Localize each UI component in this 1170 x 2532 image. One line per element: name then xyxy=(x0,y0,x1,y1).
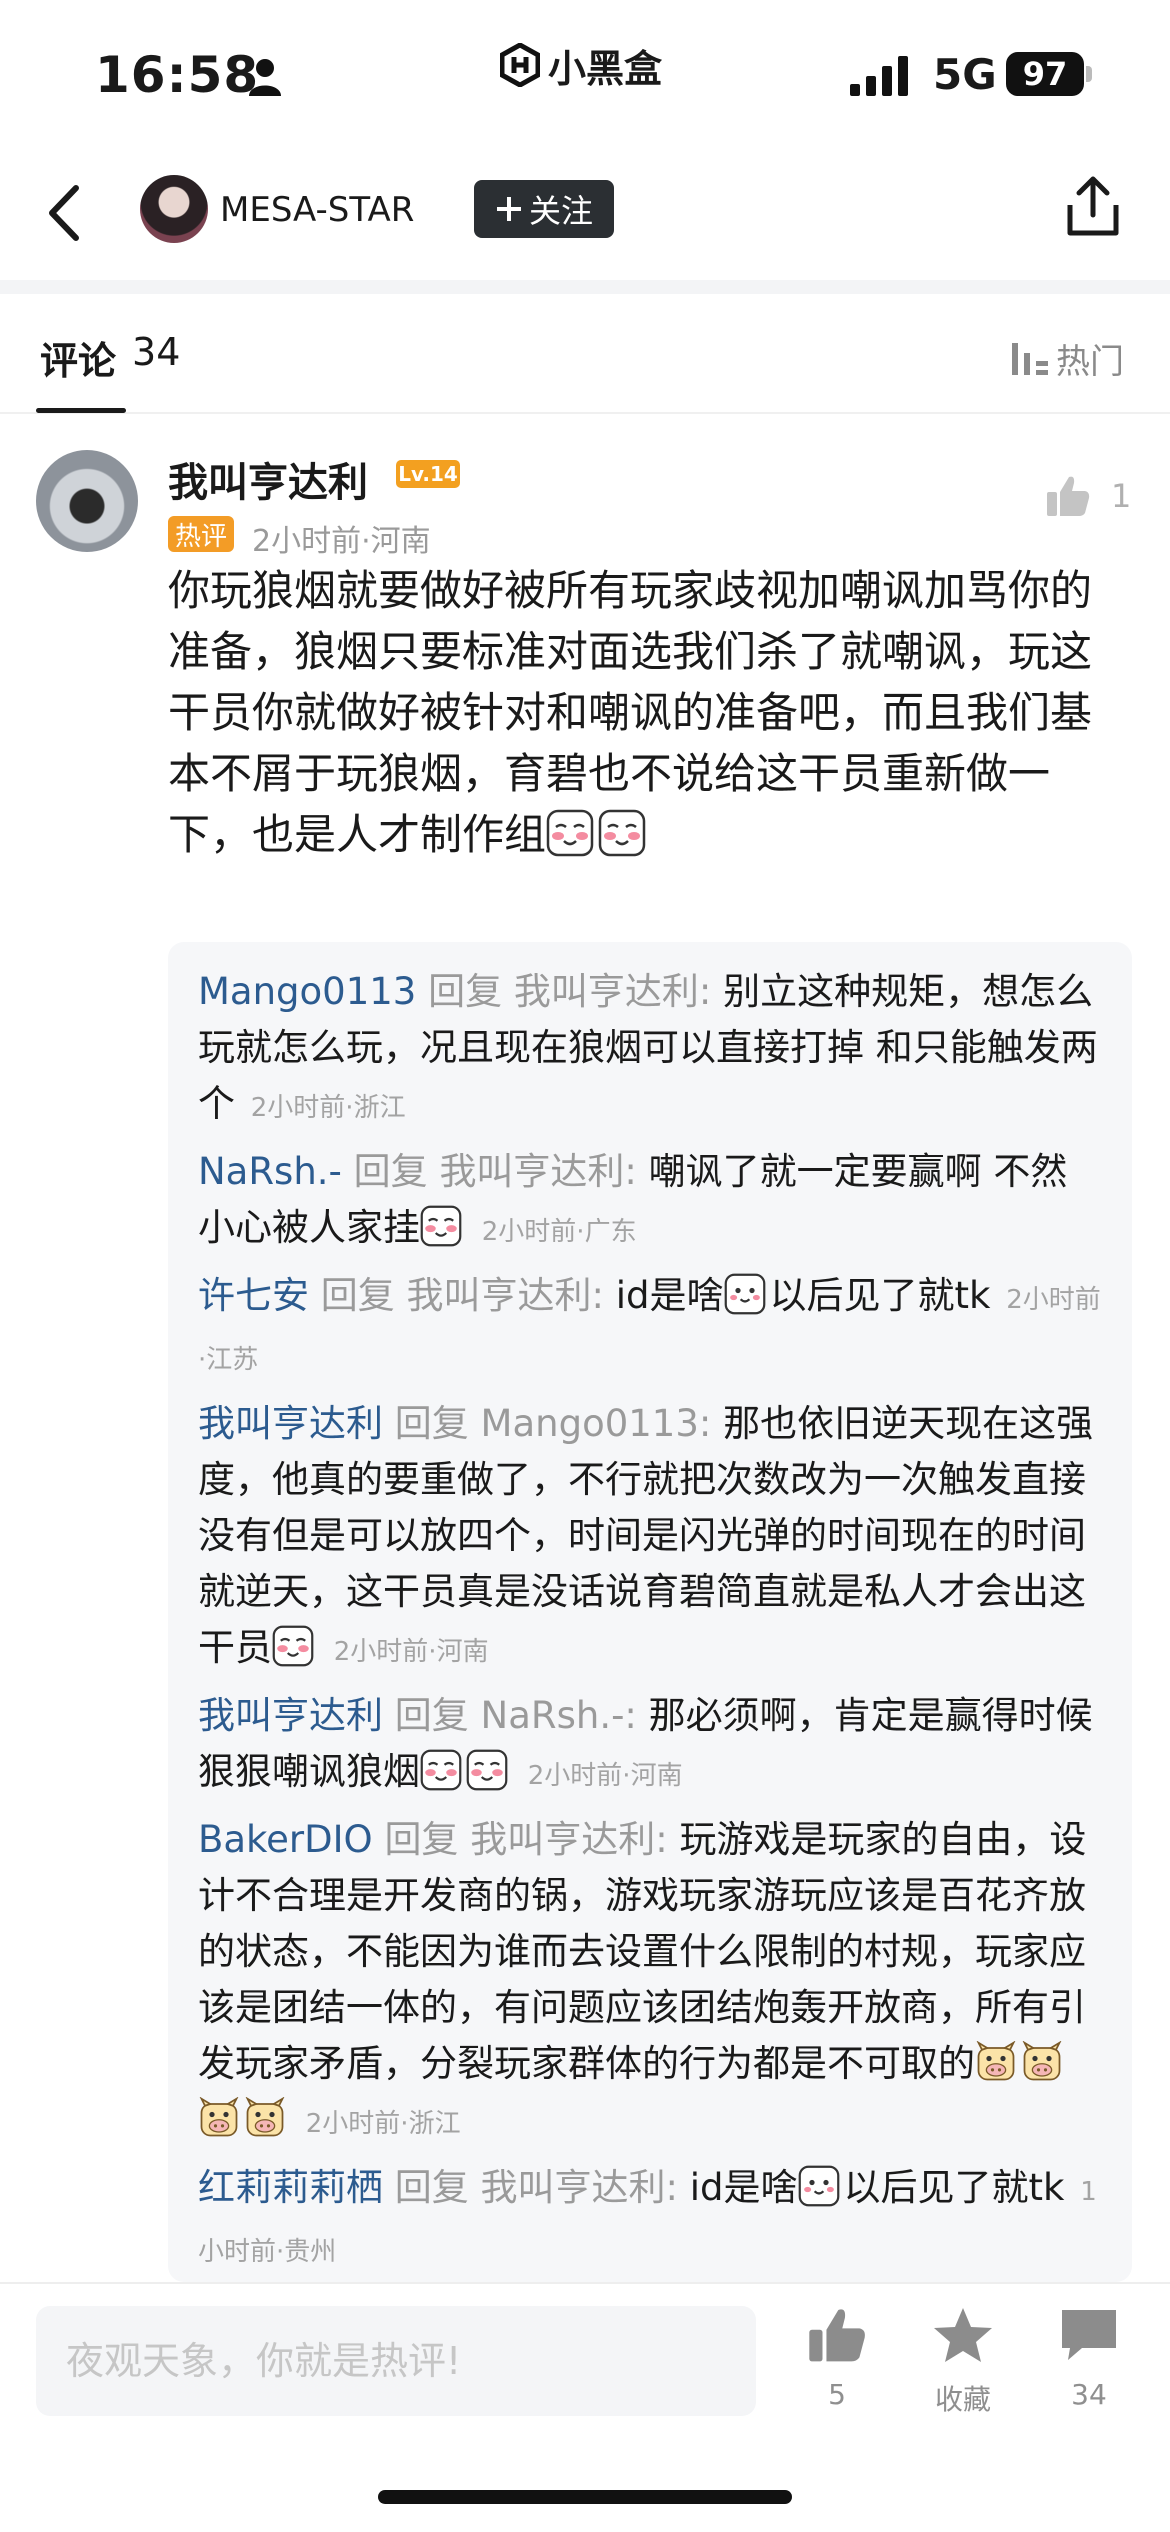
author-username[interactable]: MESA-STAR xyxy=(220,190,414,230)
smile-emoji-icon xyxy=(798,2165,840,2207)
signal-icon xyxy=(850,56,908,96)
sort-toggle[interactable]: 热门 xyxy=(1010,334,1124,383)
reply-meta: 2小时前·河南 xyxy=(333,1637,489,1667)
reply-author[interactable]: NaRsh.- xyxy=(198,1150,342,1193)
cow-emoji-icon xyxy=(975,2041,1017,2083)
comment-bubble-icon xyxy=(1062,2310,1116,2360)
app-brand-label: 小黑盒 xyxy=(548,46,663,91)
blush-emoji-icon xyxy=(272,1625,314,1667)
reply-verb: 回复 xyxy=(384,1818,459,1861)
comment-meta: 2小时前·河南 xyxy=(252,524,431,559)
reply-target[interactable]: NaRsh.-: xyxy=(481,1694,637,1737)
reply-meta: 2小时前·浙江 xyxy=(305,2109,461,2139)
reply-verb: 回复 xyxy=(353,1150,428,1193)
reply-author[interactable]: 许七安 xyxy=(198,1274,309,1317)
reply-author[interactable]: BakerDIO xyxy=(198,1818,373,1861)
reply-item[interactable]: 我叫亨达利 回复 Mango0113: 那也依旧逆天现在这强度，他真的要重做了，… xyxy=(198,1396,1102,1680)
follow-button[interactable]: 关注 xyxy=(474,180,614,238)
hot-comment-badge: 热评 xyxy=(168,516,234,552)
favorite-button[interactable]: 收藏 xyxy=(908,2306,1018,2418)
blush-emoji-icon xyxy=(420,1749,462,1791)
reply-target[interactable]: 我叫亨达利: xyxy=(514,970,711,1013)
reply-item[interactable]: 红莉莉莉栖 回复 我叫亨达利: id是啥 以后见了就tk 1小时前·贵州 xyxy=(198,2160,1102,2280)
tab-comments[interactable]: 评论 34 xyxy=(40,330,180,385)
sort-label: 热门 xyxy=(1056,342,1124,382)
reply-target[interactable]: 我叫亨达利: xyxy=(481,2166,678,2209)
reply-item[interactable]: BakerDIO 回复 我叫亨达利: 玩游戏是玩家的自由，设计不合理是开发商的锅… xyxy=(198,1812,1102,2152)
level-badge: Lv.14 xyxy=(396,460,460,488)
reply-verb: 回复 xyxy=(428,970,503,1013)
reply-thread: Mango0113 回复 我叫亨达利: 别立这种规矩，想怎么玩就怎么玩，况且现在… xyxy=(168,942,1132,2282)
comment-author[interactable]: 我叫亨达利 xyxy=(168,450,368,508)
reply-meta: 2小时前·广东 xyxy=(481,1217,637,1247)
reply-verb: 回复 xyxy=(394,2166,469,2209)
smile-emoji-icon xyxy=(724,1273,766,1315)
comment-button[interactable]: 34 xyxy=(1034,2306,1144,2411)
person-icon xyxy=(249,59,281,96)
comment-body: 你玩狼烟就要做好被所有玩家歧视加嘲讽加骂你的准备，狼烟只要标准对面选我们杀了就嘲… xyxy=(168,560,1128,865)
battery-cap xyxy=(1086,66,1092,82)
reply-text: id是啥 xyxy=(615,1274,724,1317)
reply-meta: 2小时前·河南 xyxy=(527,1761,683,1791)
status-bar: 16:58 小黑盒 5G 97 xyxy=(0,0,1170,150)
reply-meta: 2小时前·浙江 xyxy=(250,1093,406,1123)
reply-item[interactable]: 我叫亨达利 回复 NaRsh.-: 那必须啊，肯定是赢得时候狠狠嘲讽狼烟 2小时… xyxy=(198,1688,1102,1804)
cow-emoji-icon xyxy=(244,2097,286,2139)
network-label: 5G xyxy=(933,50,997,99)
tab-active-indicator xyxy=(36,408,126,413)
status-time: 16:58 xyxy=(95,46,260,104)
plus-icon xyxy=(496,197,521,221)
post-header: MESA-STAR 关注 xyxy=(0,150,1170,280)
reply-item[interactable]: NaRsh.- 回复 我叫亨达利: 嘲讽了就一定要赢啊 不然小心被人家挂 2小时… xyxy=(198,1144,1102,1260)
like-button[interactable]: 5 xyxy=(782,2306,892,2411)
tab-comments-count: 34 xyxy=(132,330,181,374)
reply-target[interactable]: 我叫亨达利: xyxy=(407,1274,604,1317)
cow-emoji-icon xyxy=(198,2097,240,2139)
blush-emoji-icon xyxy=(546,809,594,857)
reply-item[interactable]: Mango0113 回复 我叫亨达利: 别立这种规矩，想怎么玩就怎么玩，况且现在… xyxy=(198,964,1102,1136)
reply-author[interactable]: 我叫亨达利 xyxy=(198,1402,383,1445)
back-arrow-icon[interactable] xyxy=(40,178,90,248)
comment-like-button[interactable]: 1 xyxy=(1045,474,1131,518)
reply-target[interactable]: Mango0113: xyxy=(481,1402,712,1445)
home-indicator xyxy=(378,2490,792,2504)
like-count: 5 xyxy=(828,2378,846,2411)
comment-count: 34 xyxy=(1071,2378,1107,2411)
reply-author[interactable]: 红莉莉莉栖 xyxy=(198,2166,383,2209)
sort-icon xyxy=(1012,342,1048,375)
reply-verb: 回复 xyxy=(394,1402,469,1445)
reply-verb: 回复 xyxy=(320,1274,395,1317)
section-divider xyxy=(0,280,1170,294)
app-brand: 小黑盒 xyxy=(500,40,663,91)
reply-text: id是啥 xyxy=(689,2166,798,2209)
reply-text-after: 以后见了就tk xyxy=(769,1274,991,1317)
cow-emoji-icon xyxy=(1021,2041,1063,2083)
commenter-avatar[interactable] xyxy=(36,450,138,552)
tab-comments-label: 评论 xyxy=(40,339,117,383)
comment-like-count: 1 xyxy=(1111,477,1132,515)
reply-verb: 回复 xyxy=(394,1694,469,1737)
battery-indicator: 97 xyxy=(1006,52,1084,96)
author-avatar[interactable] xyxy=(140,175,208,243)
reply-text-after: 以后见了就tk xyxy=(843,2166,1065,2209)
favorite-label: 收藏 xyxy=(934,2383,991,2416)
reply-target[interactable]: 我叫亨达利: xyxy=(439,1150,636,1193)
star-icon xyxy=(934,2308,992,2362)
blush-emoji-icon xyxy=(598,809,646,857)
blush-emoji-icon xyxy=(466,1749,508,1791)
comment-input[interactable] xyxy=(36,2306,756,2416)
reply-author[interactable]: Mango0113 xyxy=(198,970,416,1013)
comment-tabs: 评论 34 热门 xyxy=(0,294,1170,414)
follow-label: 关注 xyxy=(528,192,593,230)
reply-target[interactable]: 我叫亨达利: xyxy=(470,1818,667,1861)
thumbs-up-icon xyxy=(809,2309,865,2362)
thumbs-up-icon xyxy=(1047,476,1090,516)
heybox-logo-icon xyxy=(500,43,540,87)
blush-emoji-icon xyxy=(420,1205,462,1247)
reply-author[interactable]: 我叫亨达利 xyxy=(198,1694,383,1737)
share-icon[interactable] xyxy=(1062,175,1124,239)
reply-item[interactable]: 许七安 回复 我叫亨达利: id是啥 以后见了就tk 2小时前·江苏 xyxy=(198,1268,1102,1388)
